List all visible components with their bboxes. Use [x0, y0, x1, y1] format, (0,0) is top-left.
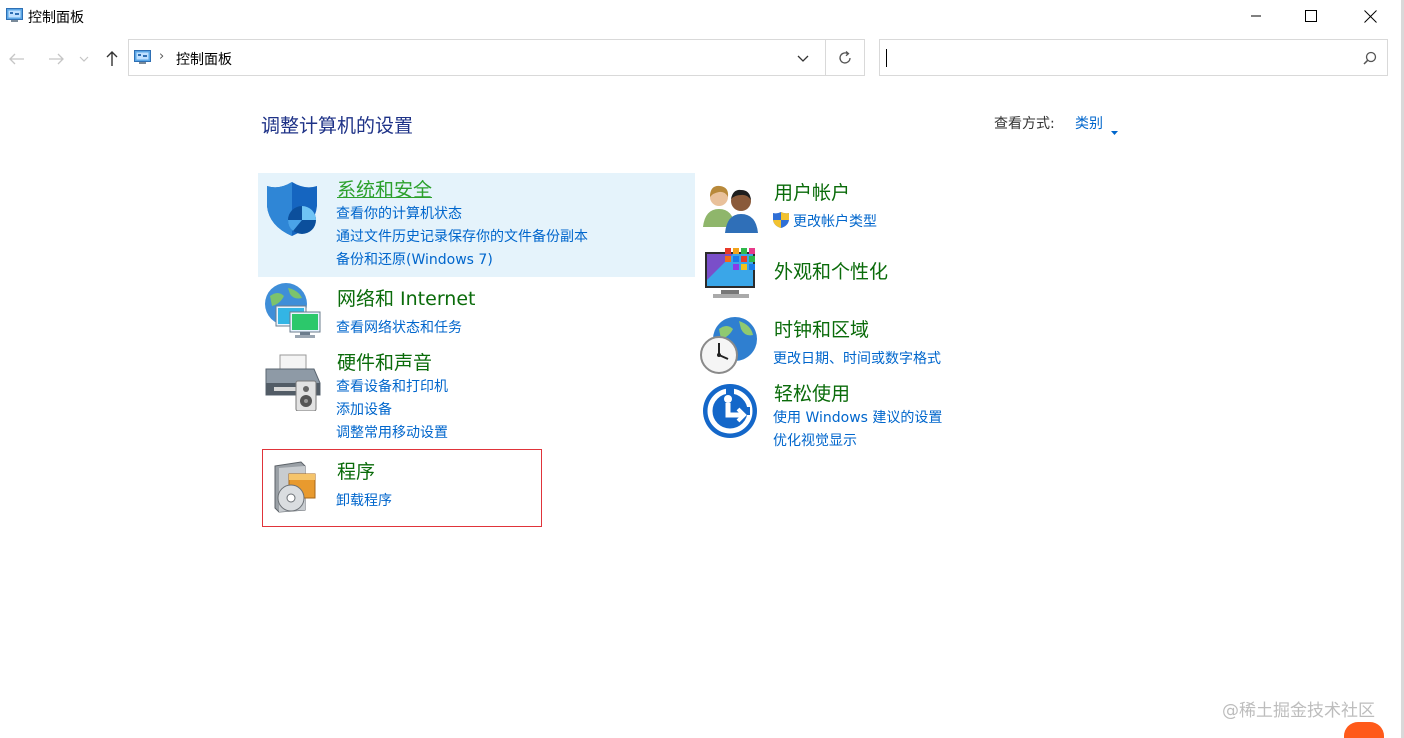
forward-button[interactable] — [45, 48, 67, 70]
address-bar[interactable]: › 控制面板 — [128, 39, 865, 76]
clock-globe-icon — [699, 315, 759, 379]
text-caret — [886, 49, 887, 67]
address-dropdown-button[interactable] — [793, 48, 813, 68]
printer-speaker-icon — [262, 353, 322, 415]
refresh-icon — [839, 51, 851, 64]
network-globe-icon — [262, 282, 324, 346]
breadcrumb[interactable]: 控制面板 — [176, 49, 232, 69]
category-title-clock[interactable]: 时钟和区域 — [774, 315, 869, 342]
category-title-ease[interactable]: 轻松使用 — [774, 379, 850, 406]
divider — [825, 40, 826, 75]
chevron-down-icon — [79, 56, 89, 62]
arrow-up-icon — [106, 51, 118, 66]
category-title-network[interactable]: 网络和 Internet — [337, 284, 475, 311]
link-change-account-type[interactable]: 更改帐户类型 — [793, 211, 877, 231]
maximize-button[interactable] — [1288, 0, 1334, 32]
link-backup-restore[interactable]: 备份和还原(Windows 7) — [336, 249, 493, 269]
caret-down-icon[interactable] — [1111, 120, 1118, 139]
refresh-button[interactable] — [833, 47, 857, 69]
link-add-device[interactable]: 添加设备 — [336, 399, 392, 419]
close-icon — [1363, 9, 1377, 23]
breadcrumb-separator-icon[interactable]: › — [159, 49, 164, 64]
search-input[interactable] — [879, 39, 1388, 76]
recent-locations-button[interactable] — [76, 48, 92, 70]
users-icon — [703, 183, 759, 237]
juejin-logo-icon — [1344, 722, 1384, 738]
shield-icon — [263, 180, 321, 242]
close-button[interactable] — [1347, 0, 1393, 32]
watermark: @稀土掘金技术社区 — [1222, 701, 1375, 721]
view-by-dropdown[interactable]: 类别 — [1075, 113, 1103, 133]
category-title-users[interactable]: 用户帐户 — [774, 178, 850, 205]
link-view-computer-status[interactable]: 查看你的计算机状态 — [336, 203, 462, 223]
link-recommended-settings[interactable]: 使用 Windows 建议的设置 — [773, 407, 942, 427]
uac-shield-icon — [772, 211, 790, 233]
arrow-right-icon — [49, 53, 64, 65]
view-by-label: 查看方式: — [994, 116, 1055, 132]
programs-disc-icon — [271, 460, 319, 518]
category-title-appearance[interactable]: 外观和个性化 — [774, 257, 888, 284]
category-title-programs[interactable]: 程序 — [337, 457, 375, 484]
control-panel-icon — [134, 50, 151, 69]
link-optimize-display[interactable]: 优化视觉显示 — [773, 430, 857, 450]
title-bar: 控制面板 — [0, 0, 1401, 32]
arrow-left-icon — [9, 53, 24, 65]
link-network-status[interactable]: 查看网络状态和任务 — [336, 317, 462, 337]
link-devices-printers[interactable]: 查看设备和打印机 — [336, 376, 448, 396]
personalization-monitor-icon — [703, 246, 761, 308]
link-uninstall-program[interactable]: 卸载程序 — [336, 490, 392, 510]
maximize-icon — [1305, 10, 1317, 22]
category-title-system[interactable]: 系统和安全 — [337, 175, 432, 202]
link-mobility-settings[interactable]: 调整常用移动设置 — [336, 422, 448, 442]
search-icon[interactable] — [1363, 50, 1377, 69]
minimize-button[interactable] — [1233, 0, 1279, 32]
link-date-time-format[interactable]: 更改日期、时间或数字格式 — [773, 348, 941, 368]
chevron-down-icon — [797, 55, 809, 62]
ease-of-access-icon — [702, 383, 758, 443]
window-title: 控制面板 — [28, 10, 84, 26]
page-title: 调整计算机的设置 — [261, 115, 414, 137]
link-file-history-backup[interactable]: 通过文件历史记录保存你的文件备份副本 — [336, 226, 588, 246]
minimize-icon — [1251, 15, 1261, 17]
up-button[interactable] — [101, 48, 123, 70]
category-title-hardware[interactable]: 硬件和声音 — [337, 348, 432, 375]
back-button[interactable] — [6, 48, 28, 70]
control-panel-icon — [6, 8, 23, 27]
